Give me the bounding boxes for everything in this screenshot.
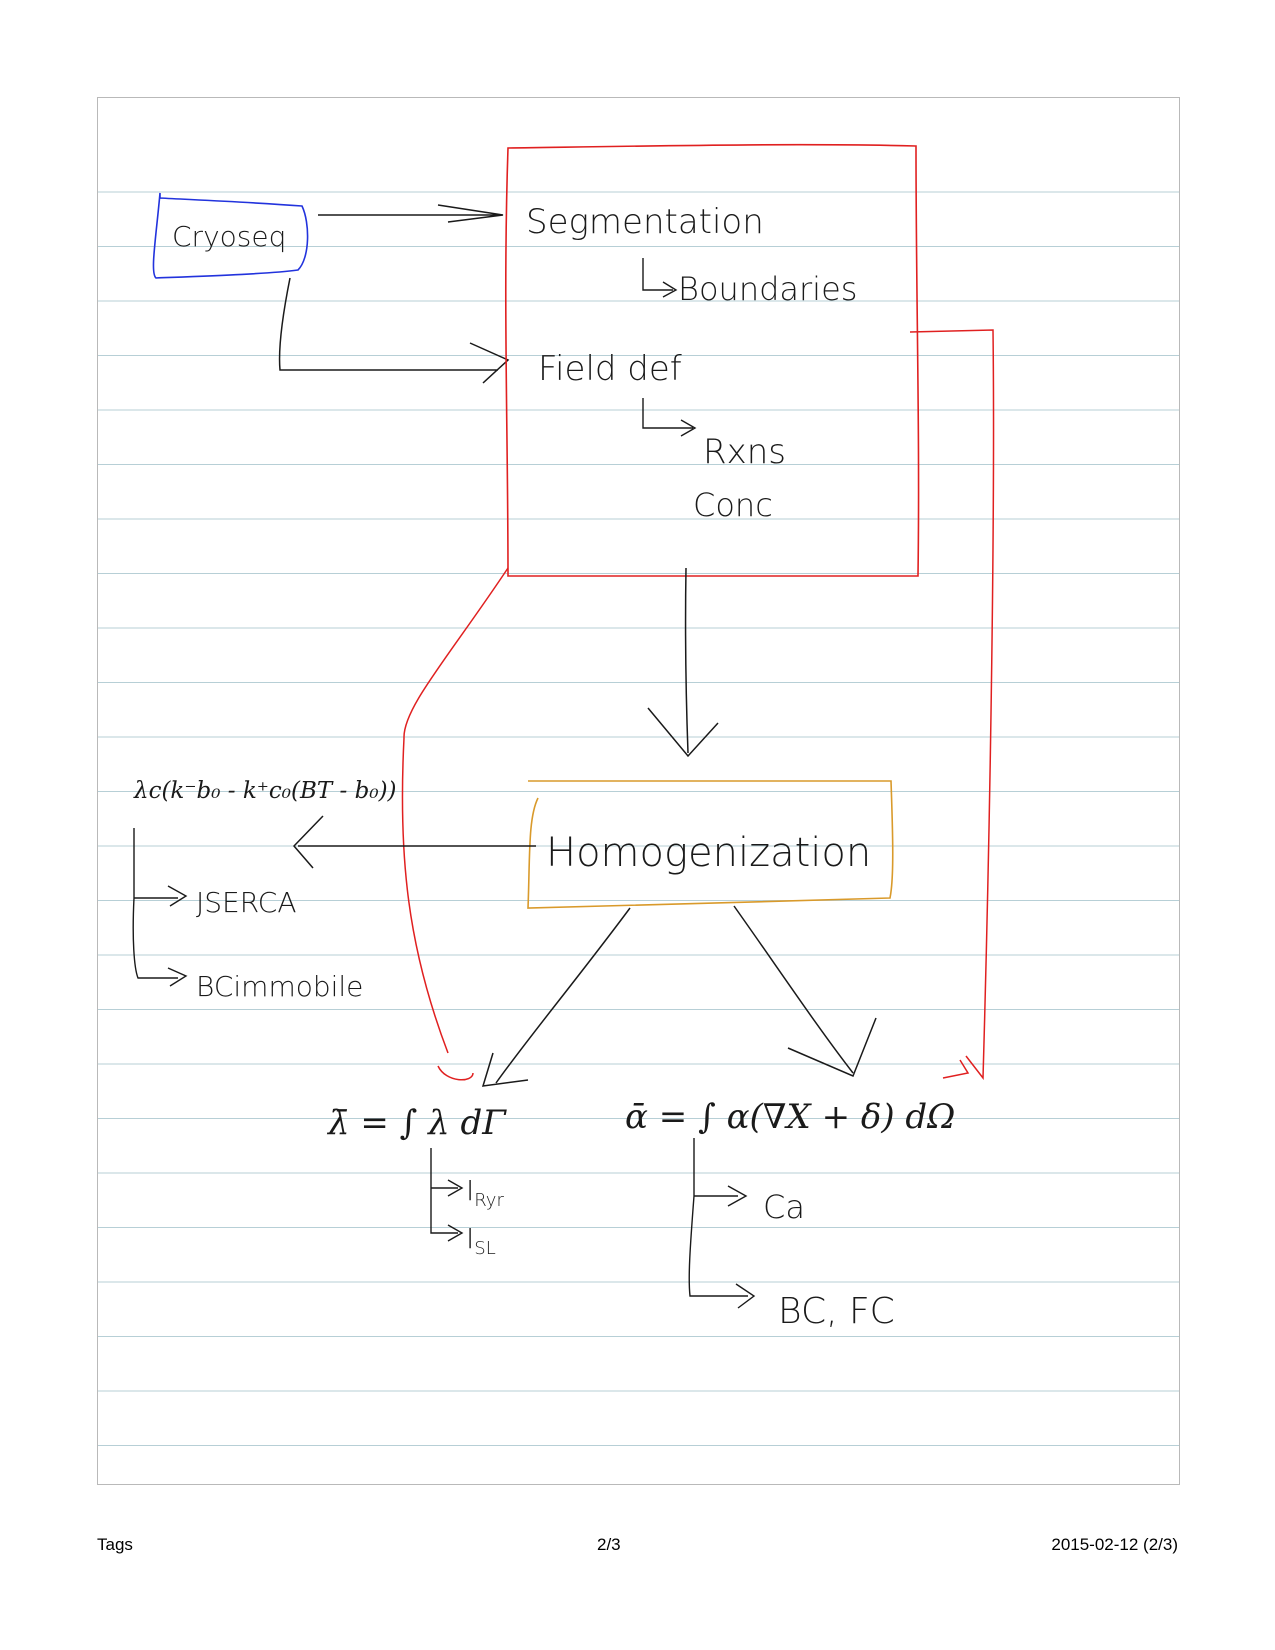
conc-label: Conc bbox=[693, 486, 773, 524]
lambda-average: λ̄ = ∫ λ dΓ bbox=[326, 1103, 507, 1143]
arrow-to-lambda bbox=[481, 907, 631, 1087]
alpha-branch-lines bbox=[688, 1138, 756, 1309]
bc-immobile-label: BCimmobile bbox=[196, 970, 363, 1003]
rxns-label: Rxns bbox=[703, 432, 786, 472]
field-def-label: Field def bbox=[538, 349, 682, 389]
ca-label: Ca bbox=[763, 1188, 805, 1226]
flux-expression: λc(k⁻b₀ - k⁺c₀(BT - b₀)) bbox=[133, 778, 397, 804]
segmentation-label: Segmentation bbox=[526, 202, 764, 242]
red-line-right bbox=[909, 329, 995, 1081]
homogenization-label: Homogenization bbox=[546, 830, 871, 876]
boundaries-arrow bbox=[642, 258, 678, 298]
arrow-to-flux bbox=[292, 815, 536, 869]
jserca-label: JSERCA bbox=[196, 886, 297, 919]
arrow-to-segmentation bbox=[318, 204, 504, 223]
i-sl-label: ISL bbox=[466, 1222, 496, 1259]
boundaries-label: Boundaries bbox=[678, 270, 857, 308]
arrow-to-homogenization bbox=[647, 567, 719, 758]
footer-date: 2015-02-12 (2/3) bbox=[1051, 1535, 1178, 1554]
footer-tags: Tags bbox=[97, 1535, 133, 1554]
notebook-page: Cryoseq Segmentation Boundaries Field de… bbox=[97, 97, 1180, 1485]
rxns-arrow bbox=[642, 398, 697, 437]
arrow-to-alpha bbox=[733, 905, 877, 1077]
lambda-branch-lines bbox=[430, 1148, 464, 1242]
red-line-left bbox=[401, 567, 509, 1081]
footer-page-number: 2/3 bbox=[597, 1535, 621, 1554]
flux-branch-lines bbox=[132, 828, 188, 987]
handwritten-diagram: Cryoseq Segmentation Boundaries Field de… bbox=[132, 143, 995, 1332]
alpha-average: ᾱ = ∫ α(∇X + δ) dΩ bbox=[625, 1097, 955, 1137]
bc-fc-label: BC, FC bbox=[778, 1291, 895, 1332]
i-ryr-label: IRyr bbox=[466, 1174, 504, 1211]
arrow-to-field-def bbox=[278, 277, 510, 384]
cryoseq-label: Cryoseq bbox=[172, 220, 286, 253]
